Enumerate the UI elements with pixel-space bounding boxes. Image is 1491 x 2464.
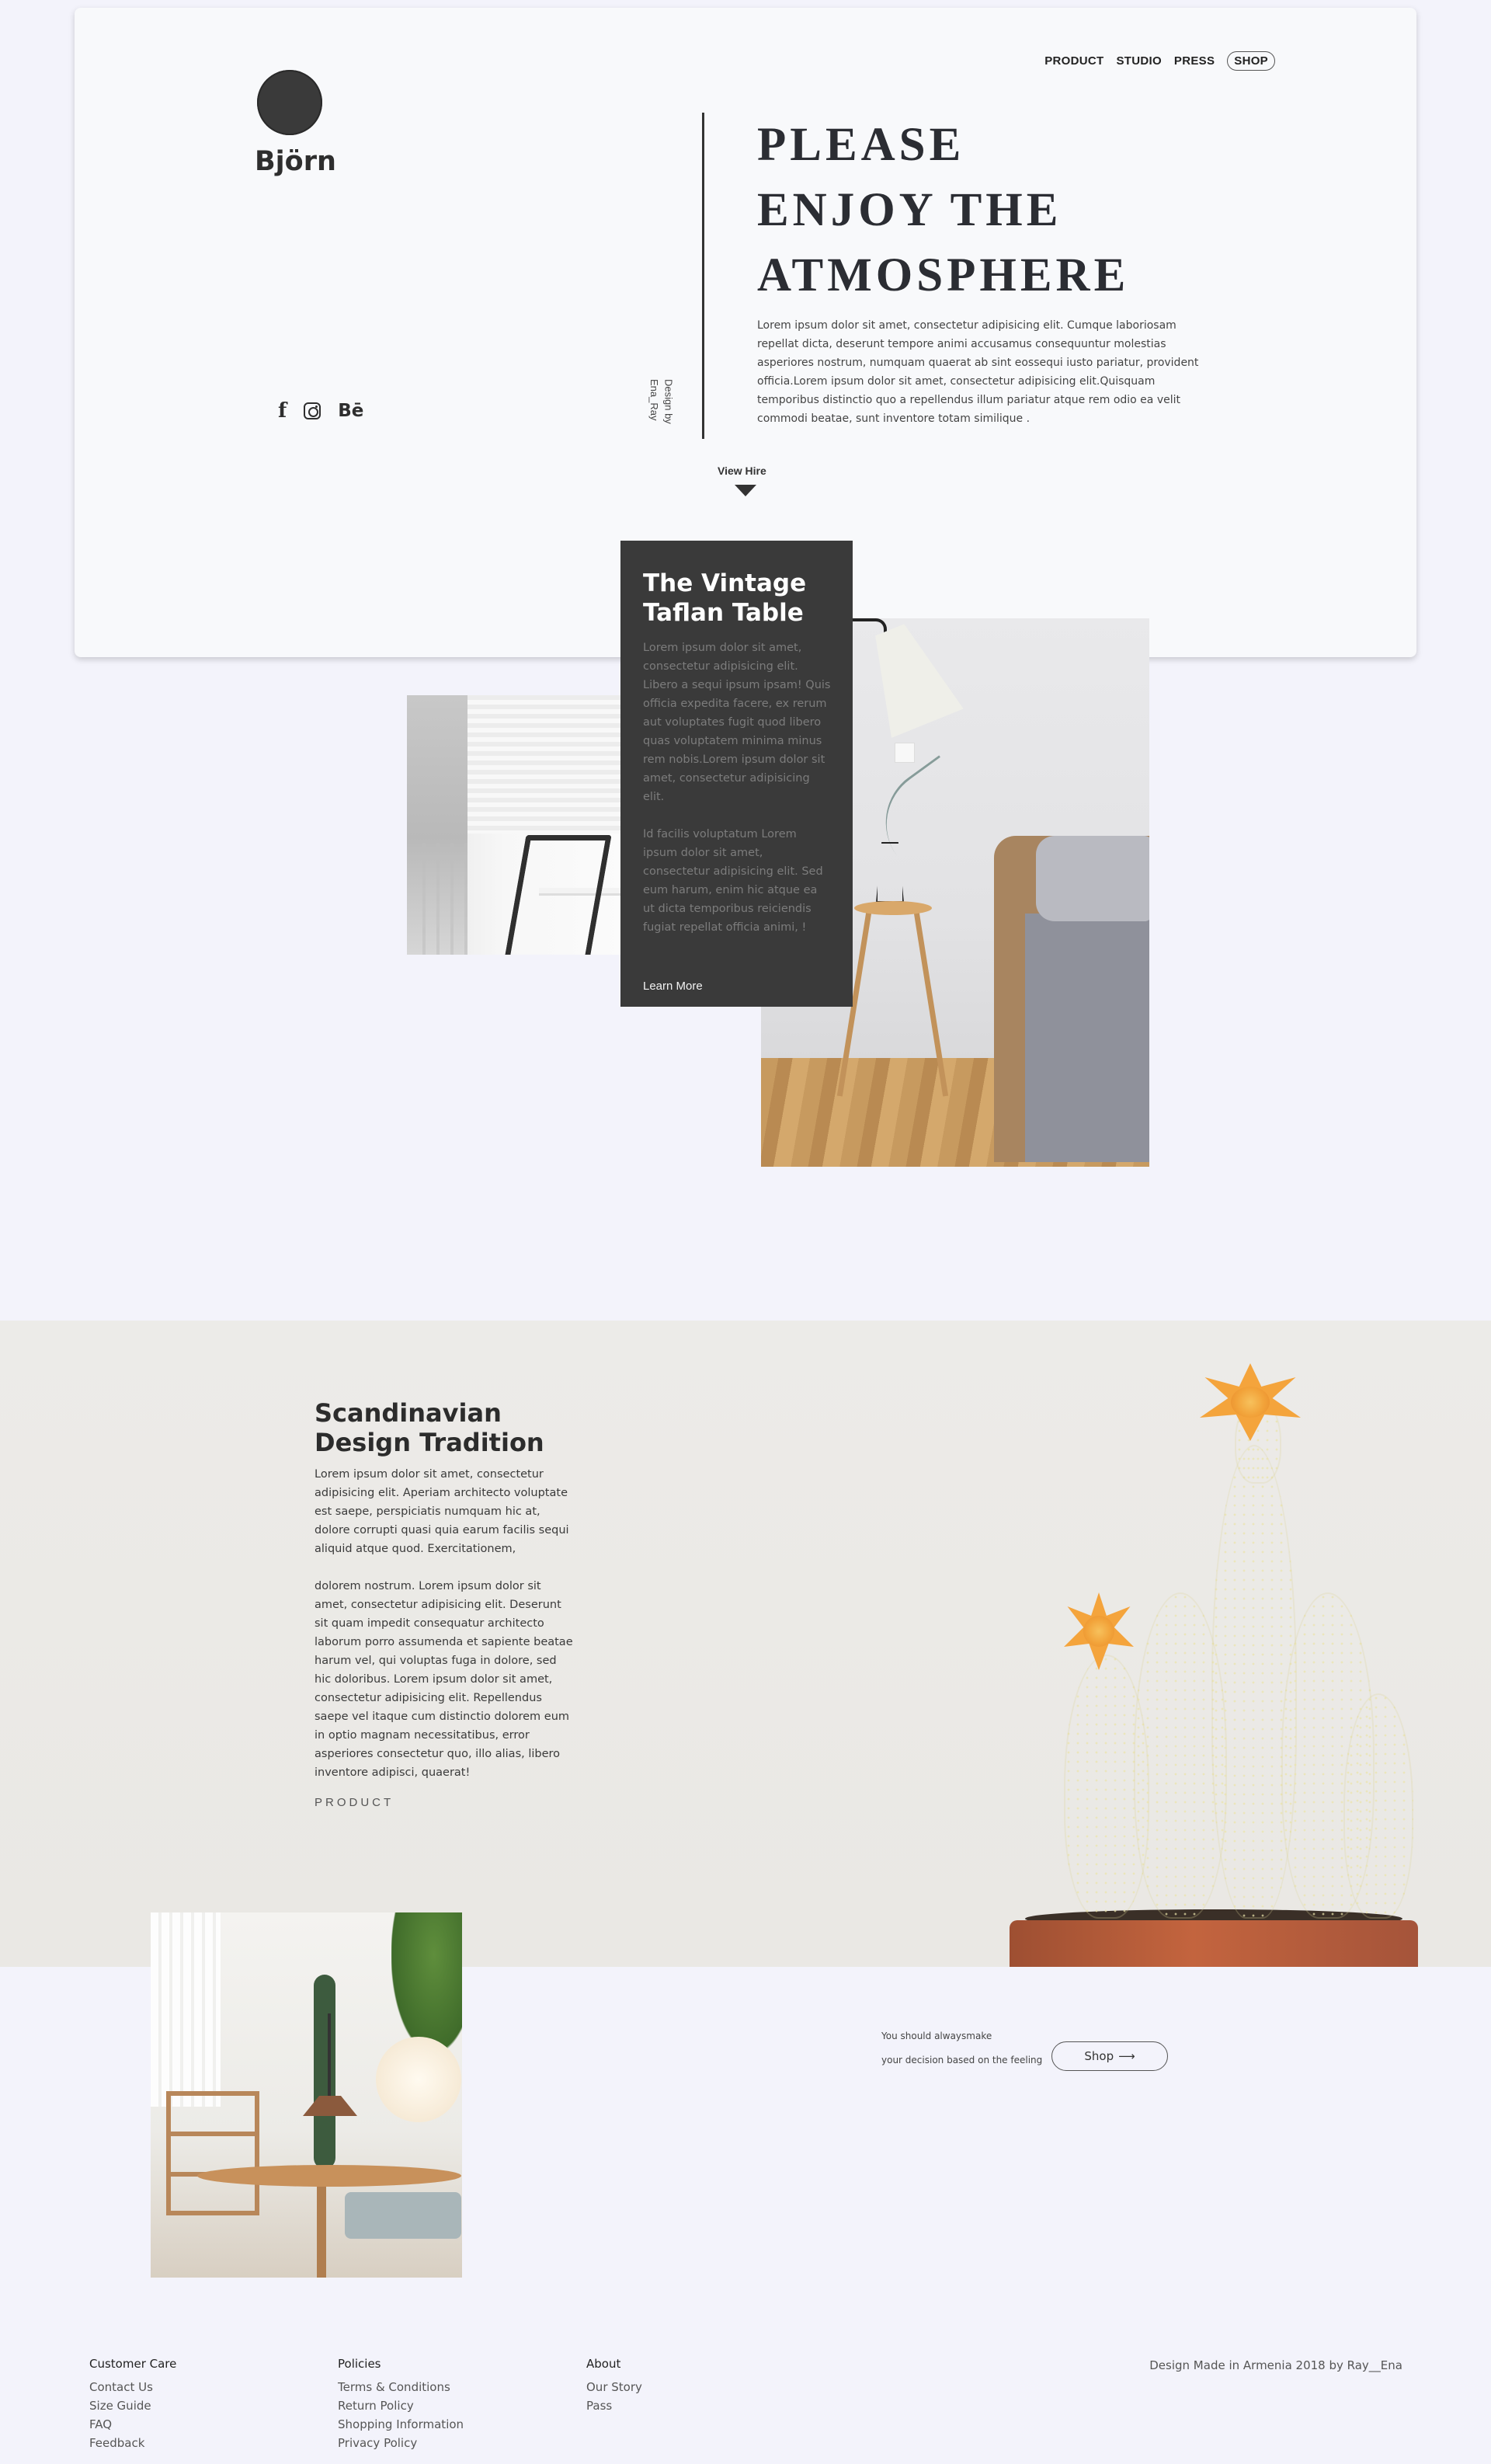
product-card: The Vintage Taflan Table Lorem ipsum dol… — [620, 541, 853, 1007]
hero-title: PLEASE ENJOY THE ATMOSPHERE — [757, 113, 1239, 308]
footer-link-privacy-policy[interactable]: Privacy Policy — [338, 2434, 464, 2452]
cta-line-1: You should alwaysmake — [881, 2031, 992, 2041]
social-links: f Bē — [278, 401, 363, 421]
vertical-divider — [702, 113, 704, 439]
design-credit: Design by Ena_Ray — [646, 379, 676, 424]
footer-link-feedback[interactable]: Feedback — [89, 2434, 176, 2452]
footer-link-shopping-info[interactable]: Shopping Information — [338, 2415, 464, 2434]
scandinavian-body-2: dolorem nostrum. Lorem ipsum dolor sit a… — [315, 1580, 573, 1779]
footer-link-pass[interactable]: Pass — [586, 2396, 642, 2415]
design-credit-line2: Ena_Ray — [648, 379, 660, 421]
footer-link-terms[interactable]: Terms & Conditions — [338, 2378, 464, 2396]
footer-link-our-story[interactable]: Our Story — [586, 2378, 642, 2396]
footer-customer-care: Customer Care Contact Us Size Guide FAQ … — [89, 2357, 176, 2452]
arrow-right-icon: ⟶ — [1118, 2049, 1135, 2063]
footer-link-size-guide[interactable]: Size Guide — [89, 2396, 176, 2415]
cta-line-2: your decision based on the feeling — [881, 2055, 1043, 2066]
footer-credit: Design Made in Armenia 2018 by Ray__Ena — [1149, 2358, 1402, 2372]
footer-link-return-policy[interactable]: Return Policy — [338, 2396, 464, 2415]
window-chair-photo — [407, 695, 623, 955]
brand-name[interactable]: Björn — [255, 146, 336, 177]
nav-press[interactable]: PRESS — [1174, 54, 1215, 68]
footer-about: About Our Story Pass — [586, 2357, 642, 2415]
shop-button-label: Shop — [1084, 2049, 1114, 2063]
hero-body: Lorem ipsum dolor sit amet, consectetur … — [757, 319, 1199, 425]
footer-policies: Policies Terms & Conditions Return Polic… — [338, 2357, 464, 2452]
cta-text: You should alwaysmake your decision base… — [881, 2024, 1042, 2072]
footer-link-faq[interactable]: FAQ — [89, 2415, 176, 2434]
hero-title-line-1: PLEASE — [757, 119, 965, 171]
design-credit-line1: Design by — [662, 379, 675, 424]
product-card-title: The Vintage Taflan Table — [643, 569, 807, 627]
product-link[interactable]: PRODUCT — [315, 1796, 394, 1809]
footer-heading: Policies — [338, 2357, 381, 2371]
dining-room-photo — [151, 1912, 462, 2278]
nav-studio[interactable]: STUDIO — [1116, 54, 1161, 68]
logo-mark[interactable] — [257, 70, 322, 135]
learn-more-link[interactable]: Learn More — [643, 980, 703, 993]
cactus-photo — [1002, 1359, 1437, 1967]
hero-title-line-3: ATMOSPHERE — [757, 249, 1130, 301]
down-arrow-icon[interactable] — [735, 485, 756, 496]
nav-product[interactable]: PRODUCT — [1044, 54, 1103, 68]
behance-icon[interactable]: Bē — [338, 402, 363, 420]
scandinavian-body: Lorem ipsum dolor sit amet, consectetur … — [315, 1465, 575, 1782]
scandinavian-body-1: Lorem ipsum dolor sit amet, consectetur … — [315, 1468, 569, 1555]
footer-link-contact-us[interactable]: Contact Us — [89, 2378, 176, 2396]
scandinavian-title-line-2: Design Tradition — [315, 1428, 544, 1457]
instagram-icon[interactable] — [304, 402, 321, 419]
footer-heading: About — [586, 2357, 621, 2371]
nav-shop[interactable]: SHOP — [1227, 51, 1275, 71]
shop-button[interactable]: Shop ⟶ — [1051, 2041, 1168, 2071]
scandinavian-title-line-1: Scandinavian — [315, 1398, 502, 1428]
footer-heading: Customer Care — [89, 2357, 177, 2371]
main-nav: PRODUCT STUDIO PRESS SHOP — [1044, 51, 1275, 71]
product-card-body-1: Lorem ipsum dolor sit amet, consectetur … — [643, 642, 831, 803]
hero-title-line-2: ENJOY THE — [757, 184, 1062, 236]
scandinavian-title: Scandinavian Design Tradition — [315, 1398, 544, 1457]
facebook-icon[interactable]: f — [278, 401, 287, 421]
view-hire-link[interactable]: View Hire — [718, 465, 766, 477]
product-card-body-2: Id facilis voluptatum Lorem ipsum dolor … — [643, 828, 823, 934]
